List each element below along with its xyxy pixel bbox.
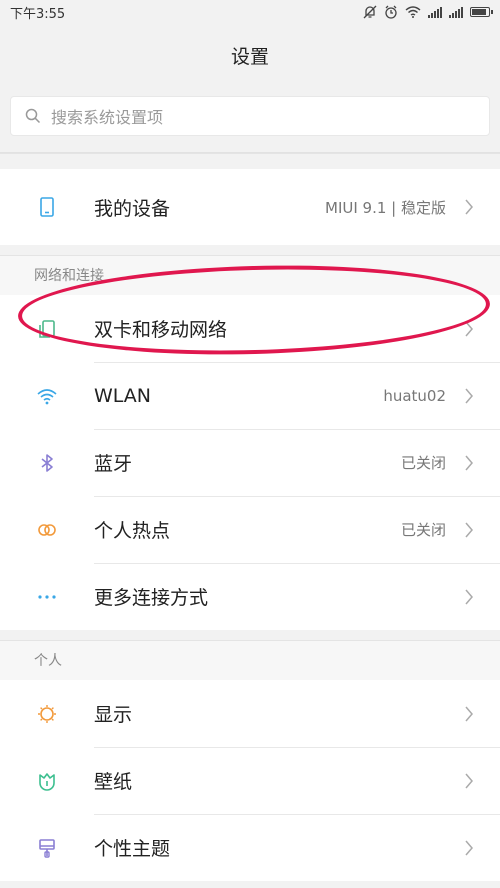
bluetooth-icon (0, 452, 94, 474)
bluetooth-row[interactable]: 蓝牙 已关闭 (0, 429, 500, 496)
theme-row[interactable]: 个性主题 (0, 814, 500, 881)
display-row[interactable]: 显示 (0, 680, 500, 747)
more-icon (0, 586, 94, 608)
hotspot-icon (0, 519, 94, 541)
search-input[interactable]: 搜索系统设置项 (10, 96, 490, 136)
mute-bell-icon (363, 5, 377, 19)
personal-group: 显示 壁纸 个性主题 (0, 680, 500, 881)
search-icon (25, 108, 41, 124)
signal-1-icon (428, 6, 442, 18)
bluetooth-value: 已关闭 (400, 454, 446, 472)
dual-sim-icon (0, 318, 94, 340)
bluetooth-label: 蓝牙 (94, 453, 133, 475)
wallpaper-label: 壁纸 (94, 771, 133, 793)
wlan-row[interactable]: WLAN huatu02 (0, 362, 500, 429)
wifi-icon (0, 385, 94, 407)
search-section: 搜索系统设置项 (0, 86, 500, 153)
wlan-value: huatu02 (383, 386, 446, 405)
section-header-personal-label: 个人 (34, 653, 62, 669)
more-connections-row[interactable]: 更多连接方式 (0, 563, 500, 630)
phone-icon (0, 196, 94, 218)
wlan-label: WLAN (94, 384, 152, 407)
my-device-value: MIUI 9.1 | 稳定版 (325, 198, 446, 217)
device-group: 我的设备 MIUI 9.1 | 稳定版 (0, 169, 500, 245)
chevron-right-icon (464, 321, 478, 337)
chevron-right-icon (464, 455, 478, 471)
page-title-bar: 设置 (0, 24, 500, 86)
chevron-right-icon (464, 773, 478, 789)
dual-sim-label: 双卡和移动网络 (94, 319, 228, 341)
status-bar: 下午3:55 (0, 0, 500, 24)
status-time: 下午3:55 (10, 6, 66, 22)
chevron-right-icon (464, 706, 478, 722)
status-icons (363, 5, 493, 19)
display-label: 显示 (94, 704, 133, 726)
section-header-network: 网络和连接 (0, 255, 500, 295)
section-header-network-label: 网络和连接 (34, 268, 104, 284)
wifi-status-icon (405, 6, 421, 18)
battery-icon (470, 7, 493, 17)
chevron-right-icon (464, 840, 478, 856)
display-icon (0, 703, 94, 725)
more-connections-label: 更多连接方式 (94, 587, 209, 609)
search-placeholder: 搜索系统设置项 (51, 108, 164, 127)
hotspot-row[interactable]: 个人热点 已关闭 (0, 496, 500, 563)
divider (0, 153, 500, 169)
hotspot-label: 个人热点 (94, 520, 171, 542)
page-title: 设置 (230, 45, 269, 68)
theme-icon (0, 837, 94, 859)
wallpaper-icon (0, 770, 94, 792)
section-header-personal: 个人 (0, 640, 500, 680)
chevron-right-icon (464, 589, 478, 605)
alarm-icon (385, 5, 397, 19)
network-group: 双卡和移动网络 WLAN huatu02 蓝牙 已关闭 个人热点 已关闭 更多连… (0, 295, 500, 630)
my-device-label: 我的设备 (94, 197, 171, 220)
dual-sim-row[interactable]: 双卡和移动网络 (0, 295, 500, 362)
hotspot-value: 已关闭 (400, 521, 446, 539)
chevron-right-icon (464, 388, 478, 404)
my-device-row[interactable]: 我的设备 MIUI 9.1 | 稳定版 (0, 169, 500, 245)
chevron-right-icon (464, 199, 478, 215)
wallpaper-row[interactable]: 壁纸 (0, 747, 500, 814)
signal-2-icon (449, 6, 463, 18)
chevron-right-icon (464, 522, 478, 538)
theme-label: 个性主题 (94, 838, 171, 860)
